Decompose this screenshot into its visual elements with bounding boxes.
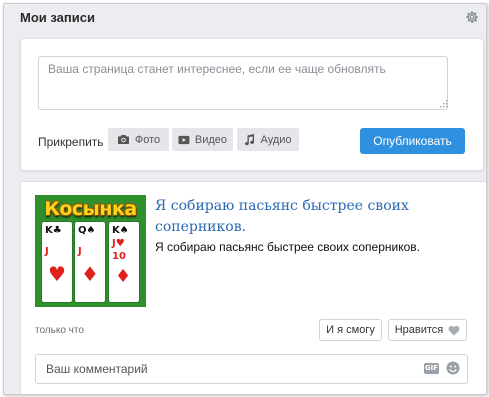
page-title: Мои записи bbox=[20, 10, 95, 25]
post-timestamp: только что bbox=[35, 325, 84, 336]
gear-icon[interactable] bbox=[465, 10, 479, 24]
like-label: Нравится bbox=[394, 324, 444, 336]
post-title-link[interactable]: Я собираю пасьянс быстрее своих соперник… bbox=[155, 196, 475, 238]
comment-input[interactable] bbox=[37, 356, 435, 382]
attach-photo-button[interactable]: Фото bbox=[108, 128, 169, 151]
heart-icon bbox=[448, 325, 460, 335]
playing-card: K♣ J ♥ bbox=[42, 222, 72, 302]
music-note-icon bbox=[245, 133, 255, 145]
resize-grip-icon[interactable] bbox=[440, 100, 448, 108]
attach-photo-label: Фото bbox=[134, 133, 161, 146]
attach-audio-label: Аудио bbox=[260, 133, 292, 146]
me-too-button[interactable]: И я смогу bbox=[319, 319, 382, 341]
attach-video-button[interactable]: Видео bbox=[172, 128, 233, 151]
video-icon bbox=[178, 135, 190, 144]
post-text-input[interactable] bbox=[38, 56, 448, 110]
camera-icon bbox=[117, 135, 129, 144]
my-posts-panel: Мои записи Прикрепить Фото Видео bbox=[3, 3, 487, 395]
post-card: Косынка K♣ J ♥ Q♠ J ♦ K♠ J♥ 10 ♦ Я собир… bbox=[20, 181, 486, 394]
attach-label: Прикрепить bbox=[38, 135, 104, 149]
post-composer: Прикрепить Фото Видео Аудио Опубликовать bbox=[20, 38, 484, 171]
panel-header: Мои записи bbox=[4, 4, 486, 34]
gif-icon[interactable]: GIF bbox=[424, 363, 439, 374]
smile-icon[interactable] bbox=[446, 361, 460, 375]
attach-video-label: Видео bbox=[194, 133, 227, 146]
attach-audio-button[interactable]: Аудио bbox=[237, 128, 299, 151]
me-too-label: И я смогу bbox=[326, 324, 375, 336]
playing-card: Q♠ J ♦ bbox=[75, 222, 105, 302]
comment-box: GIF bbox=[35, 354, 468, 384]
solitaire-thumbnail[interactable]: Косынка K♣ J ♥ Q♠ J ♦ K♠ J♥ 10 ♦ bbox=[35, 195, 146, 307]
publish-button[interactable]: Опубликовать bbox=[360, 128, 465, 154]
playing-card: K♠ J♥ 10 ♦ bbox=[109, 222, 139, 302]
post-description: Я собираю пасьянс быстрее своих соперник… bbox=[155, 240, 421, 254]
thumbnail-title: Косынка bbox=[44, 198, 137, 220]
like-button[interactable]: Нравится bbox=[388, 319, 467, 341]
